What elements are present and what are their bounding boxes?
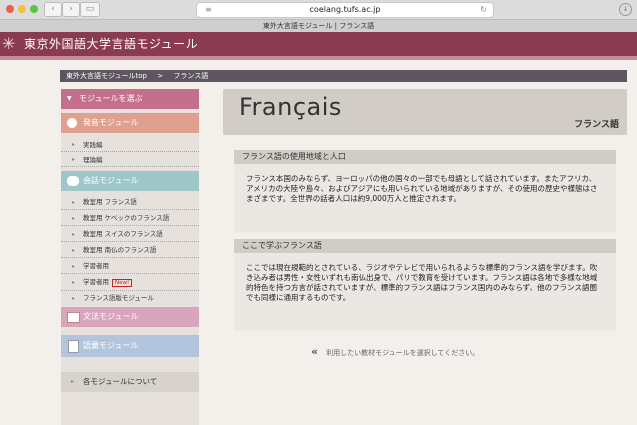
flower-icon: ✳ [2, 34, 16, 53]
chevron-down-icon: ▼ [67, 95, 72, 102]
sidebar-item-classroom-quebec[interactable]: 教室用 ケベックのフランス語 [61, 212, 199, 226]
new-badge: New! [112, 279, 133, 287]
sidebar-item-practice[interactable]: 実践編 [61, 139, 199, 152]
reload-icon[interactable]: ↻ [480, 3, 487, 17]
url-text: coelang.tufs.ac.jp [309, 5, 381, 14]
site-title[interactable]: 東京外国語大学言語モジュール [24, 32, 198, 56]
banner-divider [0, 56, 637, 60]
tab-title[interactable]: 東外大言語モジュール | フランス語 [0, 19, 637, 33]
grammar-module-header[interactable]: 文法モジュール [61, 307, 199, 327]
section-learn-title: ここで学ぶフランス語 [234, 239, 616, 253]
select-module-label: モジュールを選ぶ [79, 94, 143, 103]
sidebar-item-learner-new[interactable]: 学習者用New! [61, 276, 199, 291]
face-icon [67, 118, 77, 128]
sidebar-item-learner[interactable]: 学習者用 [61, 260, 199, 274]
language-header: Français フランス語 [223, 89, 627, 135]
instruction-text: 利用したい教材モジュールを選択してください。 [326, 349, 480, 357]
section-learn-body: ここでは現在規範的とされている、ラジオやテレビで用いられるような標準的フランス語… [246, 263, 598, 302]
sidebar-item-label: 学習者用 [83, 278, 109, 286]
instruction-note: « 利用したい教材モジュールを選択してください。 [311, 345, 479, 358]
sidebar: ▼ モジュールを選ぶ 発音モジュール 実践編 理論編 会話モジュール 教室用 フ… [61, 89, 199, 425]
sidebar-item-theory[interactable]: 理論編 [61, 154, 199, 167]
browser-chrome: ‹ › ▭ ≡ coelang.tufs.ac.jp ↻ ↓ 東外大言語モジュー… [0, 0, 637, 33]
back-button[interactable]: ‹ [44, 2, 62, 17]
grammar-module-label: 文法モジュール [83, 312, 139, 321]
page-subtitle: フランス語 [574, 120, 619, 130]
breadcrumb-separator: > [157, 72, 164, 80]
section-usage-title: フランス語の使用地域と人口 [234, 150, 616, 164]
arrow-right-icon: ▸ [71, 378, 75, 385]
pronunciation-module-label: 発音モジュール [83, 118, 139, 127]
about-modules-item[interactable]: ▸ 各モジュールについて [61, 372, 199, 392]
document-icon [68, 340, 79, 353]
about-modules-label: 各モジュールについて [83, 377, 158, 386]
minimize-window-button[interactable] [18, 5, 26, 13]
conversation-module-header[interactable]: 会話モジュール [61, 171, 199, 191]
sidebar-item-classroom-french[interactable]: 教室用 フランス語 [61, 196, 199, 210]
speech-bubble-icon [67, 176, 79, 186]
breadcrumb-current: フランス語 [173, 72, 209, 80]
select-module-header[interactable]: ▼ モジュールを選ぶ [61, 89, 199, 109]
sidebar-toggle-button[interactable]: ▭ [80, 2, 100, 17]
breadcrumb-home-link[interactable]: 東外大言語モジュールtop [66, 72, 147, 80]
close-window-button[interactable] [6, 5, 14, 13]
conversation-module-label: 会話モジュール [83, 176, 139, 185]
site-banner: ✳ 東京外国語大学言語モジュール [0, 32, 637, 56]
page-title: Français [239, 93, 342, 121]
section-learn: ここで学ぶフランス語 ここでは現在規範的とされている、ラジオやテレビで用いられる… [234, 239, 616, 331]
sidebar-item-french-module[interactable]: フランス語版モジュール [61, 292, 199, 305]
vocabulary-module-header[interactable]: 語彙モジュール [61, 335, 199, 357]
breadcrumb: 東外大言語モジュールtop > フランス語 [60, 70, 627, 82]
sidebar-item-classroom-southern[interactable]: 教室用 南仏のフランス語 [61, 244, 199, 258]
download-icon[interactable]: ↓ [619, 3, 632, 16]
zoom-window-button[interactable] [30, 5, 38, 13]
book-icon [67, 312, 80, 323]
section-usage: フランス語の使用地域と人口 フランス本国のみならず、ヨーロッパの他の国々の一部で… [234, 150, 616, 232]
forward-button[interactable]: › [62, 2, 80, 17]
sidebar-item-classroom-swiss[interactable]: 教室用 スイスのフランス語 [61, 228, 199, 242]
section-usage-body: フランス本国のみならず、ヨーロッパの他の国々の一部でも母語として話されています。… [246, 174, 598, 203]
pronunciation-module-header[interactable]: 発音モジュール [61, 113, 199, 133]
address-bar[interactable]: ≡ coelang.tufs.ac.jp ↻ [196, 2, 494, 18]
double-chevron-left-icon: « [311, 345, 319, 358]
vocabulary-module-label: 語彙モジュール [83, 341, 139, 350]
